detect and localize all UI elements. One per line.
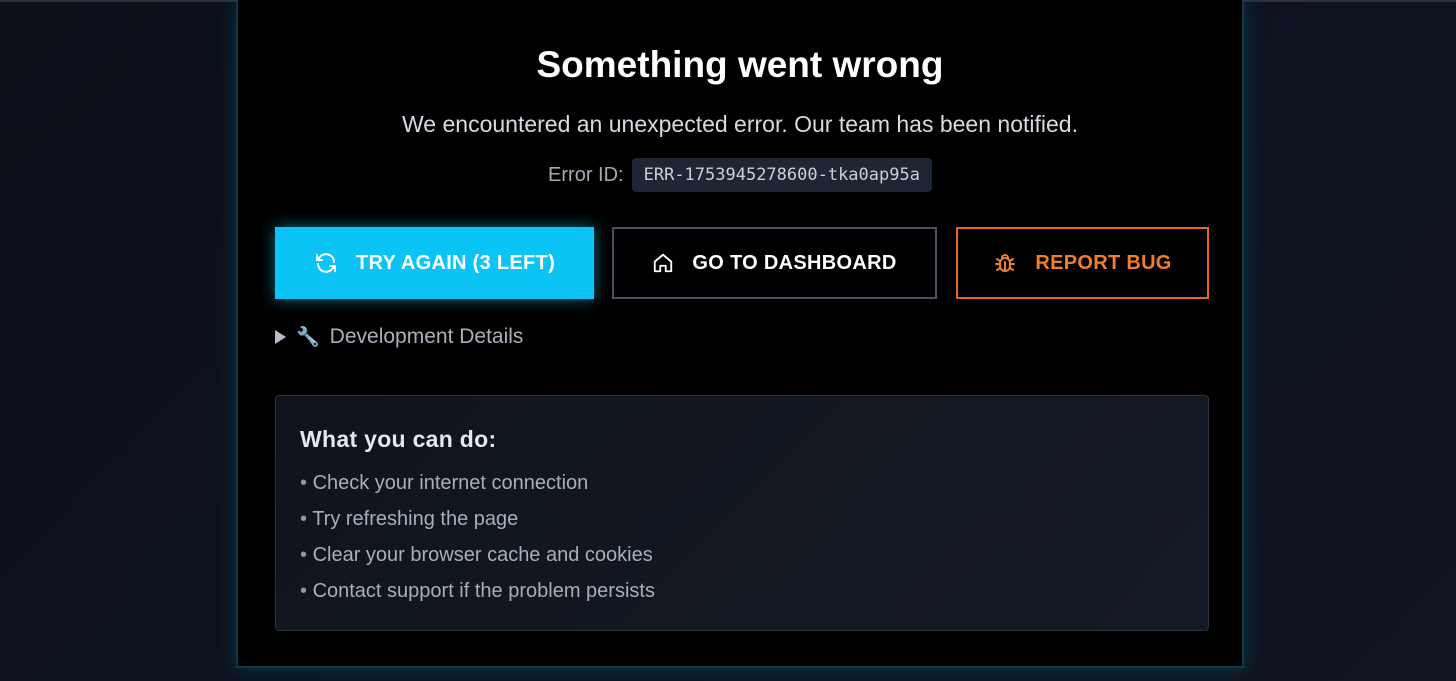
wrench-icon: 🔧 xyxy=(296,327,320,348)
error-title: Something went wrong xyxy=(536,44,944,85)
try-again-label: TRY AGAIN (3 LEFT) xyxy=(355,251,556,274)
error-card: Something went wrong We encountered an u… xyxy=(236,0,1244,668)
error-message: We encountered an unexpected error. Our … xyxy=(402,111,1078,137)
bug-icon xyxy=(993,251,1017,275)
help-list-item: Try refreshing the page xyxy=(300,507,655,543)
refresh-icon xyxy=(314,251,338,275)
help-list-item: Clear your browser cache and cookies xyxy=(300,543,655,579)
help-suggestions-box: What you can do: Check your internet con… xyxy=(275,395,1209,631)
report-bug-button[interactable]: REPORT BUG xyxy=(956,227,1209,299)
error-id-code[interactable]: ERR-1753945278600-tka0ap95a xyxy=(631,158,932,192)
try-again-button[interactable]: TRY AGAIN (3 LEFT) xyxy=(275,227,594,299)
go-to-dashboard-label: GO TO DASHBOARD xyxy=(692,251,897,274)
home-icon xyxy=(652,252,674,274)
help-list-item: Check your internet connection xyxy=(300,471,655,507)
error-id-row: Error ID: ERR-1753945278600-tka0ap95a xyxy=(238,158,1242,192)
disclosure-triangle-icon xyxy=(275,330,286,344)
help-title: What you can do: xyxy=(300,426,497,452)
error-id-label: Error ID: xyxy=(548,163,624,186)
help-list: Check your internet connection Try refre… xyxy=(300,471,655,615)
development-details-toggle[interactable]: 🔧 Development Details xyxy=(275,325,523,349)
development-details-label: Development Details xyxy=(329,325,524,348)
go-to-dashboard-button[interactable]: GO TO DASHBOARD xyxy=(612,227,937,299)
report-bug-label: REPORT BUG xyxy=(1035,251,1172,274)
help-list-item: Contact support if the problem persists xyxy=(300,579,655,615)
